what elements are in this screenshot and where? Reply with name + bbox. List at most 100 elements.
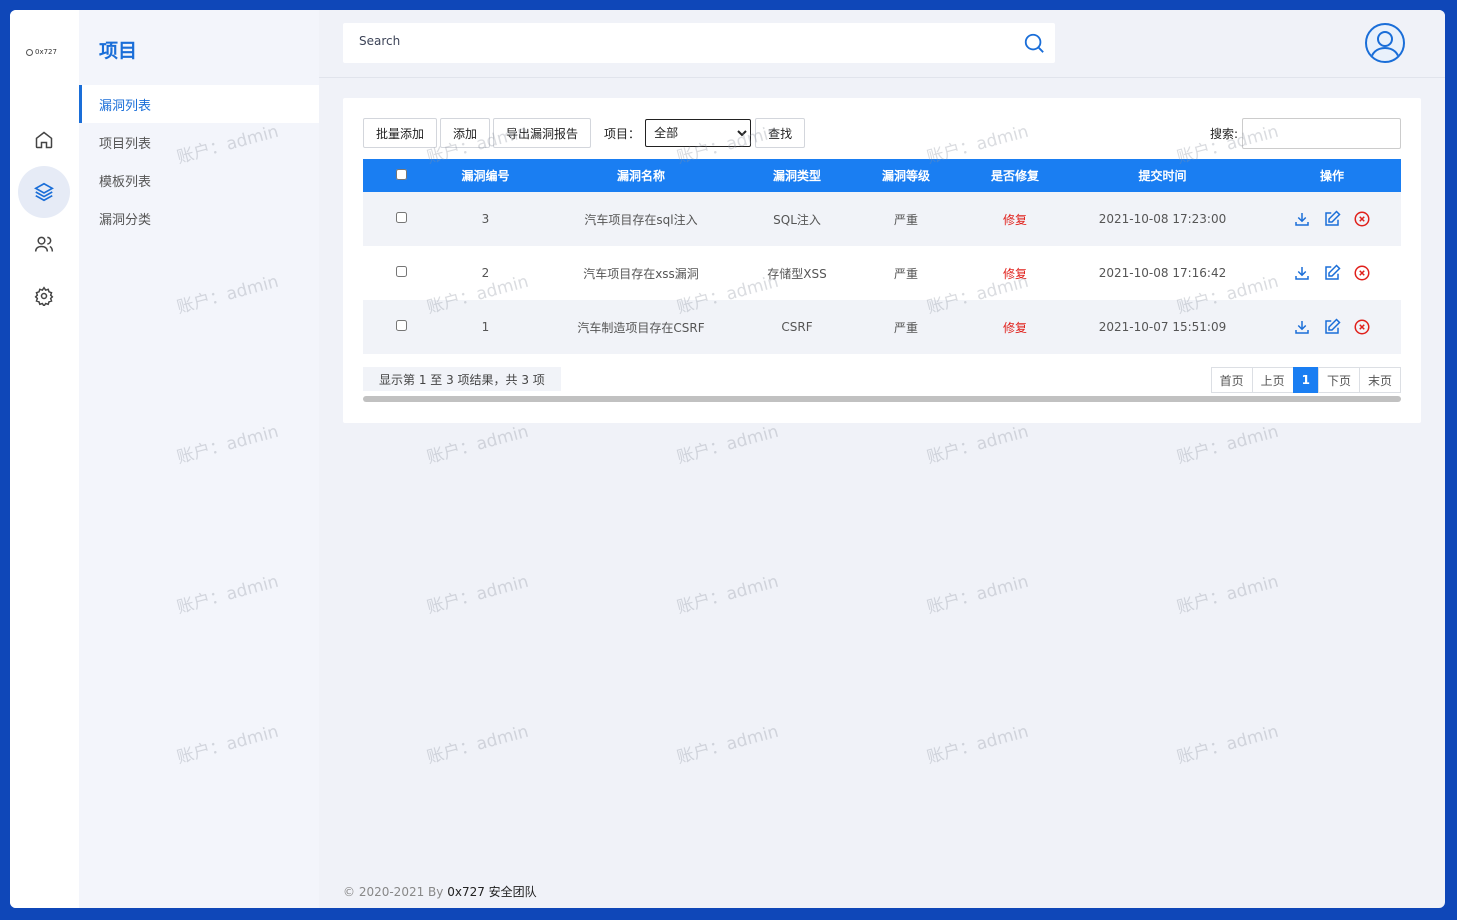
- vuln-fixed-status: 修复: [1002, 320, 1027, 335]
- project-select[interactable]: 全部: [645, 119, 752, 147]
- delete-icon[interactable]: [1353, 318, 1371, 336]
- vuln-type: SQL注入: [773, 212, 821, 227]
- download-icon[interactable]: [1293, 210, 1311, 228]
- select-all-checkbox[interactable]: [395, 168, 407, 180]
- home-icon[interactable]: [18, 114, 70, 166]
- vuln-type: 存储型XSS: [767, 266, 827, 281]
- row-actions: [1263, 192, 1401, 246]
- search-icon[interactable]: [1023, 32, 1045, 54]
- header-type: 漏洞类型: [772, 169, 821, 183]
- global-search: [343, 23, 1055, 63]
- table-row: 1 汽车制造项目存在CSRF CSRF 严重 修复 2021-10-07 15:…: [363, 300, 1401, 354]
- select-all-header: [363, 159, 439, 192]
- row-select-cell: [363, 192, 439, 246]
- table-header-row: 漏洞编号 漏洞名称 漏洞类型 漏洞等级 是否修复 提交时间 操作: [363, 159, 1401, 192]
- vuln-id: 1: [481, 320, 490, 334]
- export-report-button[interactable]: 导出漏洞报告: [493, 118, 592, 148]
- vuln-fixed-status: 修复: [1002, 266, 1027, 281]
- horizontal-scrollbar[interactable]: [363, 396, 1401, 402]
- vuln-level: 严重: [893, 212, 918, 227]
- watermark-text: 账户：admin: [1174, 721, 1281, 769]
- vuln-submit-time: 2021-10-08 17:23:00: [1098, 212, 1227, 226]
- sidebar-item-template-list[interactable]: 模板列表: [79, 161, 319, 199]
- add-button[interactable]: 添加: [440, 118, 491, 148]
- edit-icon[interactable]: [1323, 210, 1341, 228]
- row-checkbox[interactable]: [395, 320, 407, 331]
- sidebar-item-vuln-category[interactable]: 漏洞分类: [79, 199, 319, 237]
- page-last-button[interactable]: 末页: [1358, 367, 1401, 393]
- watermark-text: 账户：admin: [674, 421, 781, 469]
- sidebar-title: 项目: [99, 40, 138, 62]
- sidebar-item-project-list[interactable]: 项目列表: [79, 123, 319, 161]
- header-level: 漏洞等级: [881, 169, 930, 183]
- row-actions: [1263, 246, 1401, 300]
- header-time: 提交时间: [1138, 169, 1187, 183]
- vuln-submit-time: 2021-10-07 15:51:09: [1098, 320, 1227, 334]
- row-checkbox[interactable]: [395, 212, 407, 223]
- edit-icon[interactable]: [1323, 264, 1341, 282]
- watermark-text: 账户：admin: [674, 721, 781, 769]
- vuln-level: 严重: [893, 320, 918, 335]
- page-current[interactable]: 1: [1292, 367, 1319, 393]
- batch-add-button[interactable]: 批量添加: [363, 118, 438, 148]
- vuln-name: 汽车项目存在sql注入: [584, 212, 698, 227]
- vuln-submit-time: 2021-10-08 17:16:42: [1098, 266, 1227, 280]
- layers-icon[interactable]: [18, 166, 70, 218]
- row-checkbox[interactable]: [395, 266, 407, 277]
- watermark-text: 账户：admin: [924, 721, 1031, 769]
- project-filter-label: 项目：: [604, 126, 641, 141]
- header-id: 漏洞编号: [461, 169, 510, 183]
- search-input[interactable]: [359, 34, 999, 48]
- vuln-fixed-status: 修复: [1002, 212, 1027, 227]
- logo-icon: [26, 48, 33, 56]
- watermark-text: 账户：admin: [1174, 421, 1281, 469]
- sidebar-item-vuln-list[interactable]: 漏洞列表: [79, 85, 319, 123]
- logo-text: 0x727: [35, 48, 57, 56]
- table-search: 搜索:: [1210, 118, 1401, 149]
- icon-rail: 0x727: [10, 10, 79, 908]
- pagination-info: 显示第 1 至 3 项结果，共 3 项: [363, 367, 561, 391]
- app-window: 0x727 项目 漏洞列表 项目列表 模板列表 漏洞分类 Search 批量添加…: [10, 10, 1445, 908]
- users-icon[interactable]: [18, 218, 70, 270]
- user-avatar-icon[interactable]: [1365, 23, 1405, 63]
- settings-icon[interactable]: [18, 270, 70, 322]
- toolbar: 批量添加 添加 导出漏洞报告 项目： 全部 查找: [363, 118, 808, 148]
- delete-icon[interactable]: [1353, 264, 1371, 282]
- logo: 0x727: [26, 48, 57, 56]
- watermark-text: 账户：admin: [424, 421, 531, 469]
- table-search-label: 搜索:: [1209, 127, 1238, 141]
- pagination: 首页 上页 1 下页 末页: [1210, 367, 1401, 393]
- table-search-input[interactable]: [1242, 118, 1401, 149]
- vuln-type: CSRF: [781, 320, 813, 334]
- edit-icon[interactable]: [1323, 318, 1341, 336]
- page-first-button[interactable]: 首页: [1210, 367, 1253, 393]
- vuln-name: 汽车项目存在xss漏洞: [583, 266, 699, 281]
- row-actions: [1263, 300, 1401, 354]
- find-button[interactable]: 查找: [755, 118, 806, 148]
- sidebar: 项目 漏洞列表 项目列表 模板列表 漏洞分类: [79, 10, 319, 908]
- page-next-button[interactable]: 下页: [1317, 367, 1360, 393]
- page-prev-button[interactable]: 上页: [1251, 367, 1294, 393]
- download-icon[interactable]: [1293, 264, 1311, 282]
- vuln-id: 2: [481, 266, 490, 280]
- top-bar: [319, 10, 1445, 78]
- header-fixed: 是否修复: [990, 169, 1039, 183]
- table-row: 2 汽车项目存在xss漏洞 存储型XSS 严重 修复 2021-10-08 17…: [363, 246, 1401, 300]
- watermark-text: 账户：admin: [1174, 571, 1281, 619]
- vuln-name: 汽车制造项目存在CSRF: [577, 320, 705, 335]
- vuln-level: 严重: [893, 266, 918, 281]
- watermark-text: 账户：admin: [674, 571, 781, 619]
- footer: © 2020-2021 By 0x727 安全团队: [343, 883, 537, 900]
- row-select-cell: [363, 300, 439, 354]
- watermark-text: 账户：admin: [424, 721, 531, 769]
- download-icon[interactable]: [1293, 318, 1311, 336]
- vuln-id: 3: [481, 212, 490, 226]
- vuln-list-card: 批量添加 添加 导出漏洞报告 项目： 全部 查找 搜索: 漏洞编号 漏洞名称 漏…: [343, 98, 1421, 423]
- watermark-text: 账户：admin: [924, 571, 1031, 619]
- delete-icon[interactable]: [1353, 210, 1371, 228]
- watermark-text: 账户：admin: [424, 571, 531, 619]
- header-name: 漏洞名称: [616, 169, 665, 183]
- footer-team: 0x727 安全团队: [447, 885, 537, 899]
- table-row: 3 汽车项目存在sql注入 SQL注入 严重 修复 2021-10-08 17:…: [363, 192, 1401, 246]
- footer-copyright: © 2020-2021 By: [343, 885, 444, 899]
